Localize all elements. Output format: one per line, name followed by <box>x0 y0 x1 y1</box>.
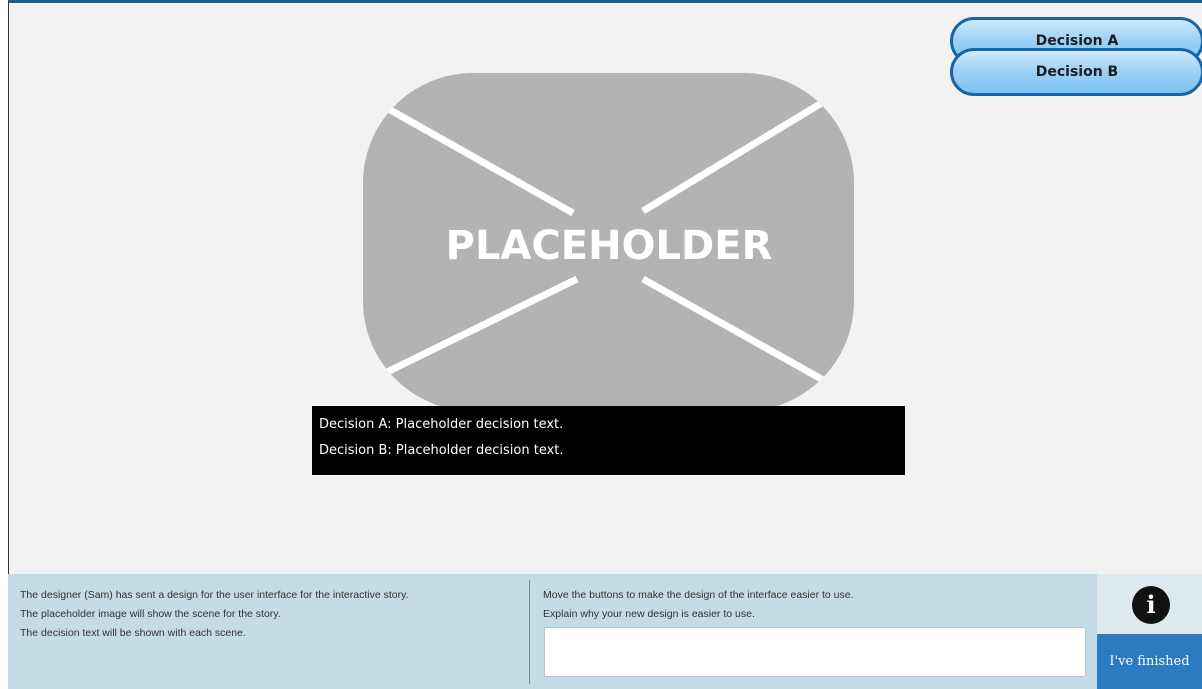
instructions-left: The designer (Sam) has sent a design for… <box>20 586 525 643</box>
instruction-line: Move the buttons to make the design of t… <box>543 589 854 601</box>
instruction-line: Explain why your new design is easier to… <box>543 608 755 620</box>
placeholder-label: PLACEHOLDER <box>446 223 773 269</box>
info-icon[interactable]: i <box>1132 586 1170 624</box>
placeholder-image: PLACEHOLDER <box>363 73 854 411</box>
instructions-right: Move the buttons to make the design of t… <box>543 586 1093 624</box>
finished-button[interactable]: I've finished <box>1097 634 1202 689</box>
instructions-footer: The designer (Sam) has sent a design for… <box>8 574 1202 689</box>
decision-text-box: Decision A: Placeholder decision text. D… <box>312 406 905 475</box>
decision-b-button[interactable]: Decision B <box>950 48 1202 96</box>
footer-divider <box>529 580 530 684</box>
decision-text-b: Decision B: Placeholder decision text. <box>319 443 564 458</box>
story-stage: PLACEHOLDER Decision A: Placeholder deci… <box>8 0 1202 574</box>
instruction-line: The decision text will be shown with eac… <box>20 627 246 639</box>
decision-text-a: Decision A: Placeholder decision text. <box>319 417 564 432</box>
info-panel: i <box>1097 574 1202 634</box>
instruction-line: The placeholder image will show the scen… <box>20 608 281 620</box>
instruction-line: The designer (Sam) has sent a design for… <box>20 589 409 601</box>
explanation-input[interactable] <box>544 627 1086 677</box>
